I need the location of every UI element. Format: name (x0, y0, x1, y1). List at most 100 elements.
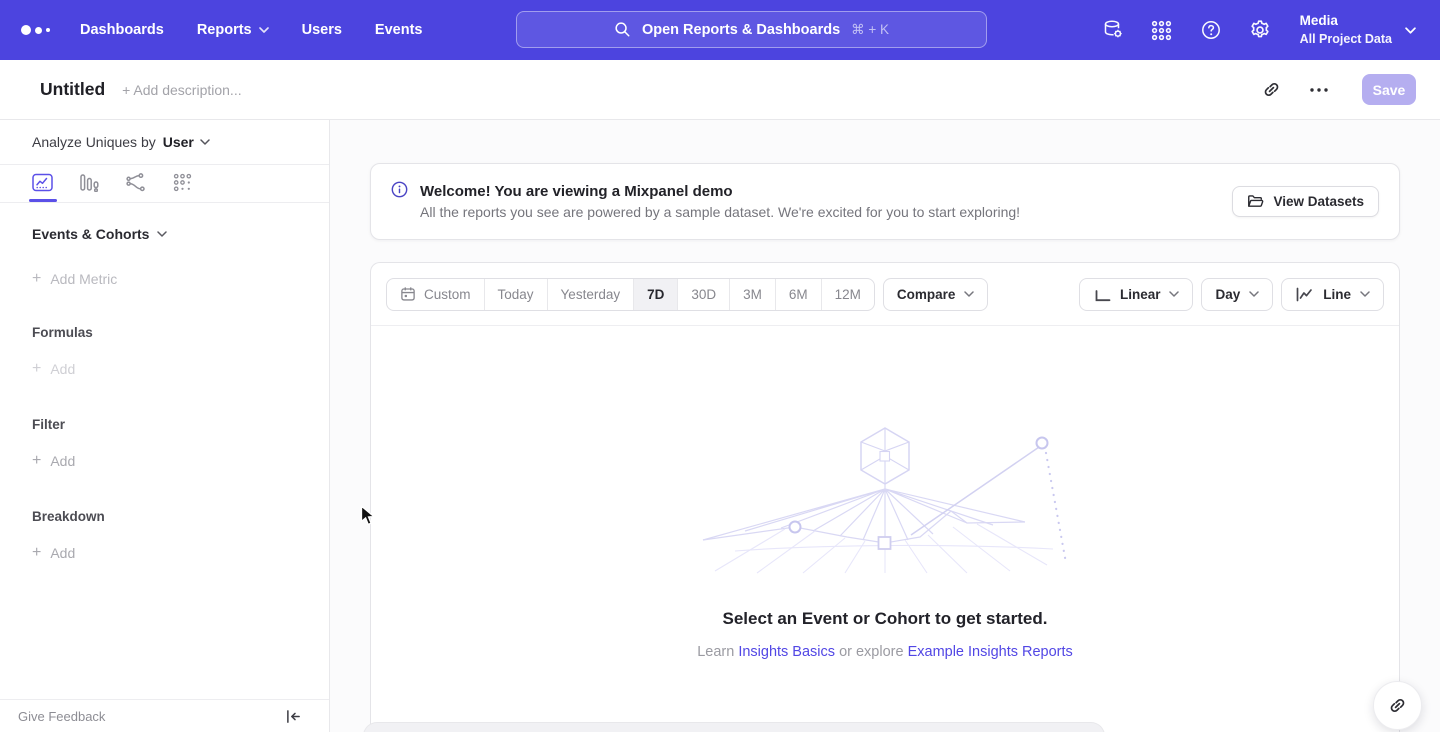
global-search-input[interactable]: Open Reports & Dashboards ⌘ + K (516, 11, 987, 48)
insights-report-panel: Custom Today Yesterday 7D 30D 3M 6M 12M … (370, 262, 1400, 732)
chevron-down-icon (157, 231, 167, 237)
granularity-dropdown[interactable]: Day (1201, 278, 1273, 311)
formulas-heading: Formulas (32, 325, 297, 340)
nav-item-users[interactable]: Users (302, 22, 342, 38)
data-sources-icon[interactable] (1101, 18, 1125, 42)
nav-item-events[interactable]: Events (375, 22, 423, 38)
empty-state-illustration (695, 423, 1075, 575)
chart-type-dropdown[interactable]: Line (1281, 278, 1384, 311)
plus-icon (32, 361, 41, 377)
save-button[interactable]: Save (1362, 74, 1416, 105)
report-title[interactable]: Untitled (40, 79, 105, 100)
scale-dropdown[interactable]: Linear (1079, 278, 1194, 311)
empty-state-title: Select an Event or Cohort to get started… (723, 609, 1048, 629)
view-datasets-button[interactable]: View Datasets (1232, 186, 1379, 217)
tab-insights[interactable] (32, 173, 54, 202)
banner-title: Welcome! You are viewing a Mixpanel demo (420, 183, 1020, 200)
share-link-button[interactable] (1260, 78, 1283, 101)
chevron-down-icon (200, 139, 210, 145)
project-scope: All Project Data (1300, 31, 1392, 48)
top-navbar: Dashboards Reports Users Events Open Rep… (0, 0, 1440, 60)
events-cohorts-heading[interactable]: Events & Cohorts (32, 226, 297, 242)
chevron-down-icon (259, 27, 269, 33)
empty-state: Select an Event or Cohort to get started… (371, 326, 1399, 660)
plus-icon (32, 545, 41, 561)
add-breakdown-button[interactable]: Add (32, 545, 297, 561)
linear-axis-icon (1093, 286, 1111, 303)
filter-heading: Filter (32, 417, 297, 432)
analyze-uniques-row: Analyze Uniques by User (0, 120, 329, 165)
add-metric-button[interactable]: Add Metric (32, 271, 297, 287)
add-description-field[interactable]: + Add description... (122, 82, 241, 98)
more-options-button[interactable] (1308, 86, 1330, 94)
query-builder-sidebar: Analyze Uniques by User Events & Cohorts (0, 120, 330, 732)
date-range-12m[interactable]: 12M (822, 279, 874, 310)
mixpanel-app: Dashboards Reports Users Events Open Rep… (0, 0, 1440, 732)
chevron-down-icon (964, 291, 974, 297)
link-icon (1262, 80, 1281, 99)
navbar-right: Media All Project Data (1101, 0, 1416, 60)
retention-grid-icon (173, 173, 192, 192)
tab-flows[interactable] (126, 173, 148, 202)
compare-dropdown[interactable]: Compare (883, 278, 989, 311)
empty-state-links: Learn Insights Basics or explore Example… (697, 644, 1073, 660)
date-range-3m[interactable]: 3M (730, 279, 776, 310)
add-filter-button[interactable]: Add (32, 453, 297, 469)
chevron-down-icon (1249, 291, 1259, 297)
analyze-label: Analyze Uniques by (32, 134, 156, 150)
date-range-segmented-control: Custom Today Yesterday 7D 30D 3M 6M 12M (386, 278, 875, 311)
insights-chart-icon (32, 173, 53, 192)
or-explore-text: or explore (839, 644, 903, 660)
info-icon (391, 181, 408, 203)
project-name: Media (1300, 12, 1392, 30)
search-shortcut: ⌘ + K (851, 22, 889, 38)
share-link-fab[interactable] (1373, 681, 1422, 730)
link-icon (1388, 696, 1407, 715)
line-chart-icon (1295, 286, 1314, 303)
breakdown-heading: Breakdown (32, 509, 297, 524)
apps-grid-icon[interactable] (1150, 18, 1174, 42)
date-range-custom[interactable]: Custom (387, 279, 485, 310)
bar-chart-icon (79, 173, 100, 192)
sidebar-footer: Give Feedback (0, 699, 329, 732)
plus-icon (32, 271, 41, 287)
date-range-today[interactable]: Today (485, 279, 548, 310)
chart-display-controls: Linear Day Line (1079, 278, 1384, 311)
give-feedback-link[interactable]: Give Feedback (18, 709, 105, 724)
ellipsis-icon (1310, 88, 1328, 92)
project-switcher[interactable]: Media All Project Data (1300, 12, 1416, 47)
example-insights-reports-link[interactable]: Example Insights Reports (908, 644, 1073, 660)
demo-welcome-banner: Welcome! You are viewing a Mixpanel demo… (370, 163, 1400, 240)
search-placeholder: Open Reports & Dashboards (642, 22, 840, 38)
chevron-down-icon (1169, 291, 1179, 297)
main-content: Welcome! You are viewing a Mixpanel demo… (330, 120, 1440, 732)
date-range-6m[interactable]: 6M (776, 279, 822, 310)
help-icon[interactable] (1199, 18, 1223, 42)
date-range-yesterday[interactable]: Yesterday (548, 279, 635, 310)
search-icon (614, 21, 631, 38)
report-header: Untitled + Add description... Save (0, 60, 1440, 120)
chevron-down-icon (1360, 291, 1370, 297)
calendar-icon (400, 286, 416, 302)
insights-basics-link[interactable]: Insights Basics (738, 644, 835, 660)
report-header-actions: Save (1260, 74, 1416, 105)
flows-icon (126, 173, 147, 192)
nav-item-dashboards[interactable]: Dashboards (80, 22, 164, 38)
tab-funnels[interactable] (79, 173, 101, 202)
add-formula-button[interactable]: Add (32, 361, 297, 377)
report-type-tabs (0, 165, 329, 203)
settings-gear-icon[interactable] (1248, 18, 1272, 42)
primary-nav: Dashboards Reports Users Events (80, 0, 422, 60)
bottom-card-peek (363, 722, 1105, 732)
mixpanel-logo-icon[interactable] (21, 0, 50, 60)
collapse-sidebar-icon[interactable] (285, 709, 302, 724)
chevron-down-icon (1405, 27, 1416, 34)
date-range-7d[interactable]: 7D (634, 279, 678, 310)
tab-retention[interactable] (173, 173, 195, 202)
analyze-by-dropdown[interactable]: User (163, 134, 210, 150)
sidebar-sections: Events & Cohorts Add Metric Formulas Add… (0, 226, 329, 561)
date-range-30d[interactable]: 30D (678, 279, 730, 310)
banner-subtitle: All the reports you see are powered by a… (420, 204, 1020, 220)
nav-item-reports[interactable]: Reports (197, 22, 269, 38)
chart-controls-row: Custom Today Yesterday 7D 30D 3M 6M 12M … (371, 263, 1399, 326)
